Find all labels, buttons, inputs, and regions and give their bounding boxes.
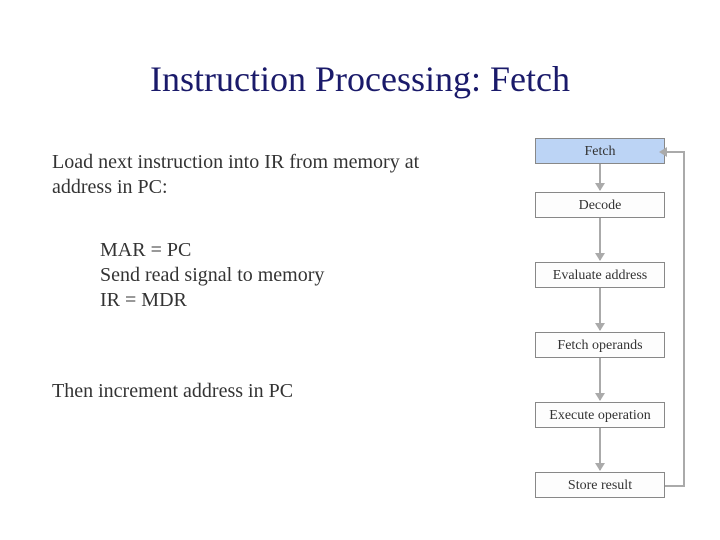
arrow-icon	[599, 164, 601, 190]
slide-title: Instruction Processing: Fetch	[0, 58, 720, 100]
return-arrow-icon	[659, 147, 667, 157]
flow-box-decode: Decode	[535, 192, 665, 218]
arrow-icon	[599, 428, 601, 470]
step-line-2: Send read signal to memory	[100, 263, 480, 288]
flow-box-store: Store result	[535, 472, 665, 498]
return-line-icon	[683, 151, 685, 487]
steps-block: MAR = PC Send read signal to memory IR =…	[100, 238, 480, 313]
flow-box-operands: Fetch operands	[535, 332, 665, 358]
flow-box-fetch: Fetch	[535, 138, 665, 164]
step-line-3: IR = MDR	[100, 288, 480, 313]
arrow-icon	[599, 288, 601, 330]
flow-box-evaluate: Evaluate address	[535, 262, 665, 288]
return-line-icon	[665, 151, 685, 153]
flow-box-execute: Execute operation	[535, 402, 665, 428]
return-line-icon	[665, 485, 685, 487]
arrow-icon	[599, 358, 601, 400]
arrow-icon	[599, 218, 601, 260]
step-line-1: MAR = PC	[100, 238, 480, 263]
then-text: Then increment address in PC	[52, 380, 472, 403]
description-text: Load next instruction into IR from memor…	[52, 150, 472, 200]
